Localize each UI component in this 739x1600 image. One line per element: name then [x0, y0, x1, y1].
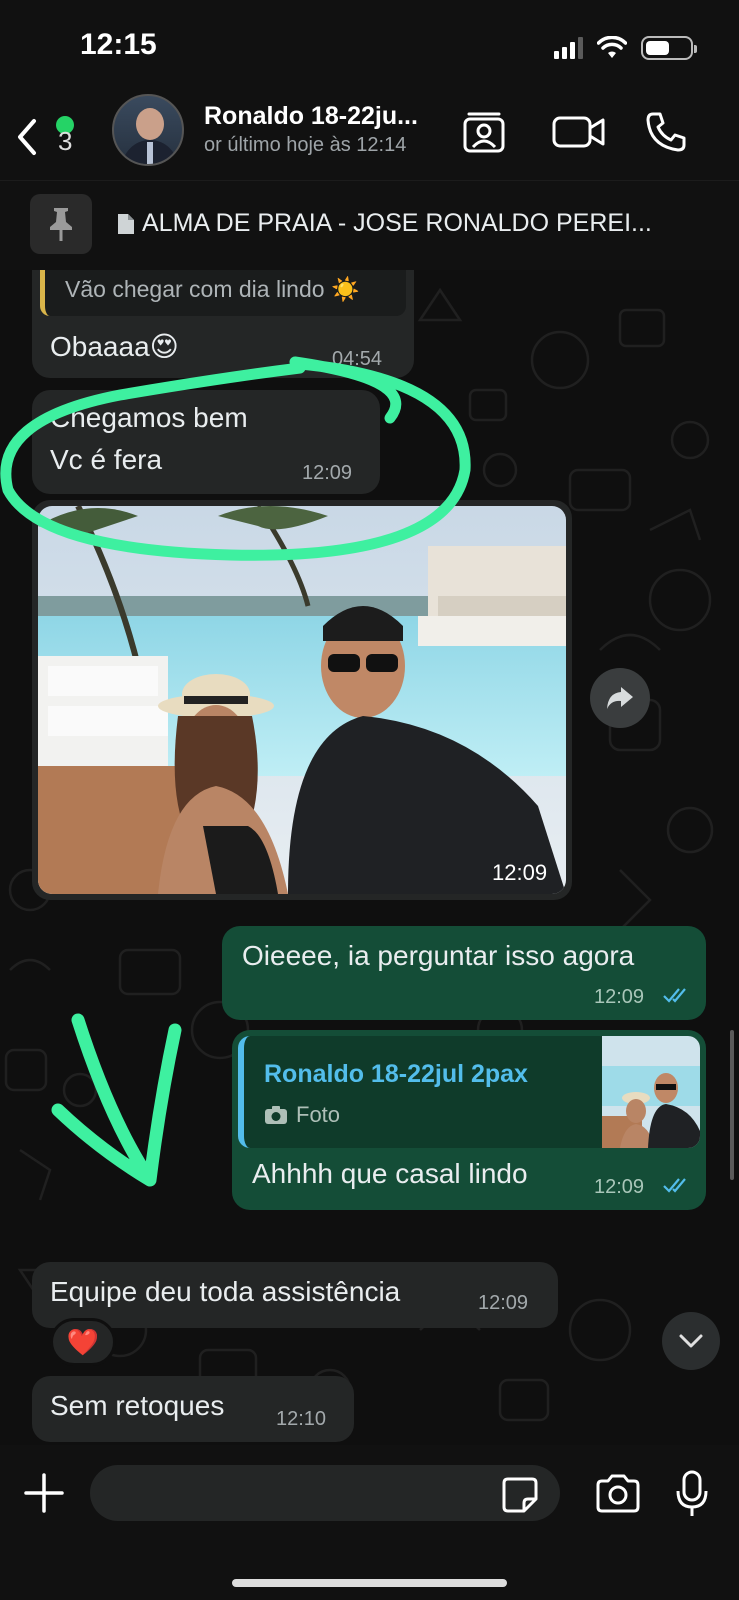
chat-area[interactable]: Vão chegar com dia lindo ☀️ Obaaaa😍 04:5…	[0, 270, 739, 1445]
scroll-down-button[interactable]	[662, 1312, 720, 1370]
contact-card-icon	[463, 112, 505, 153]
reaction-emoji: ❤️	[66, 1326, 100, 1357]
message-input[interactable]	[90, 1465, 560, 1521]
reaction-badge[interactable]: ❤️	[50, 1318, 116, 1366]
home-indicator	[232, 1579, 507, 1587]
message-incoming-2[interactable]: Chegamos bem Vc é fera 12:09	[32, 390, 380, 494]
input-bar	[0, 1445, 739, 1600]
video-call-icon	[552, 116, 605, 148]
voice-message-button[interactable]	[674, 1469, 710, 1519]
back-button[interactable]: 3	[14, 112, 84, 162]
pin-button[interactable]	[30, 194, 92, 254]
voice-call-button[interactable]	[640, 106, 692, 158]
message-time: 12:09	[478, 1292, 529, 1314]
camera-button[interactable]	[594, 1473, 642, 1517]
message-text-line1: Chegamos bem	[50, 402, 248, 433]
reply-thumbnail	[602, 1036, 700, 1148]
message-incoming-1[interactable]: Vão chegar com dia lindo ☀️ Obaaaa😍 04:5…	[32, 270, 414, 378]
camera-small-icon	[265, 1106, 287, 1124]
message-incoming-photo[interactable]: 12:09	[32, 500, 572, 900]
attach-button[interactable]	[22, 1471, 66, 1515]
reply-type: Foto	[296, 1102, 341, 1127]
pin-icon	[50, 208, 72, 241]
contact-name[interactable]: Ronaldo 18-22ju...	[204, 102, 418, 131]
wifi-icon	[597, 36, 627, 58]
photo-thumbnail[interactable]	[38, 506, 566, 894]
plus-icon	[24, 1473, 64, 1513]
message-text: Sem retoques	[50, 1390, 225, 1421]
scroll-down-icon	[679, 1334, 703, 1348]
message-text: Ahhhh que casal lindo	[252, 1158, 528, 1189]
pinned-message[interactable]: ALMA DE PRAIA - JOSE RONALDO PEREI...	[116, 209, 652, 238]
battery-icon	[641, 36, 697, 60]
read-ticks-icon	[663, 988, 686, 1003]
photo-time: 12:09	[492, 860, 548, 885]
read-ticks-icon	[663, 1178, 686, 1193]
reply-author: Ronaldo 18-22jul 2pax	[264, 1060, 528, 1088]
quoted-message-text: Vão chegar com dia lindo ☀️	[65, 276, 360, 302]
document-icon	[118, 213, 134, 234]
message-text: Oieeee, ia perguntar isso agora	[242, 940, 635, 971]
message-time: 12:09	[302, 462, 353, 484]
status-bar: 12:15	[0, 0, 739, 92]
status-icons	[554, 36, 697, 60]
message-time: 12:09	[594, 986, 645, 1008]
scrollbar[interactable]	[730, 1030, 734, 1180]
forward-icon	[607, 687, 633, 709]
video-call-button[interactable]	[548, 106, 610, 158]
phone-icon	[646, 112, 686, 152]
contact-status: or último hoje às 12:14	[204, 134, 407, 156]
cellular-signal-icon	[554, 37, 583, 59]
forward-button[interactable]	[590, 668, 650, 728]
sticker-icon	[502, 1477, 538, 1513]
reply-preview[interactable]: Ronaldo 18-22jul 2pax Foto	[238, 1036, 700, 1148]
message-time: 12:10	[276, 1408, 327, 1430]
message-incoming-3[interactable]: Equipe deu toda assistência 12:09	[32, 1262, 558, 1328]
pinned-message-bar[interactable]: ALMA DE PRAIA - JOSE RONALDO PEREI...	[0, 180, 739, 270]
message-incoming-4[interactable]: Sem retoques 12:10	[32, 1376, 354, 1442]
status-time: 12:15	[80, 28, 157, 61]
contact-card-button[interactable]	[458, 106, 510, 158]
message-text: Obaaaa😍	[50, 331, 179, 362]
microphone-icon	[676, 1470, 708, 1516]
unread-count: 3	[58, 126, 73, 156]
avatar[interactable]	[112, 94, 184, 166]
back-chevron-icon	[18, 119, 36, 155]
reply-type-row: Foto	[264, 1102, 340, 1128]
sticker-button[interactable]	[500, 1475, 540, 1515]
message-time: 12:09	[594, 1176, 645, 1198]
chat-header: 3 Ronaldo 18-22ju... or último hoje às 1…	[0, 92, 739, 180]
pinned-message-text: ALMA DE PRAIA - JOSE RONALDO PEREI...	[142, 209, 652, 237]
message-outgoing-1[interactable]: Oieeee, ia perguntar isso agora 12:09	[222, 926, 706, 1020]
message-time: 04:54	[332, 348, 383, 370]
message-outgoing-reply[interactable]: Ronaldo 18-22jul 2pax Foto Ahhhh que cas…	[232, 1030, 706, 1210]
message-text-line2: Vc é fera	[50, 444, 163, 475]
quoted-message[interactable]: Vão chegar com dia lindo ☀️	[40, 270, 406, 316]
camera-icon	[596, 1474, 640, 1513]
message-text: Equipe deu toda assistência	[50, 1276, 401, 1307]
